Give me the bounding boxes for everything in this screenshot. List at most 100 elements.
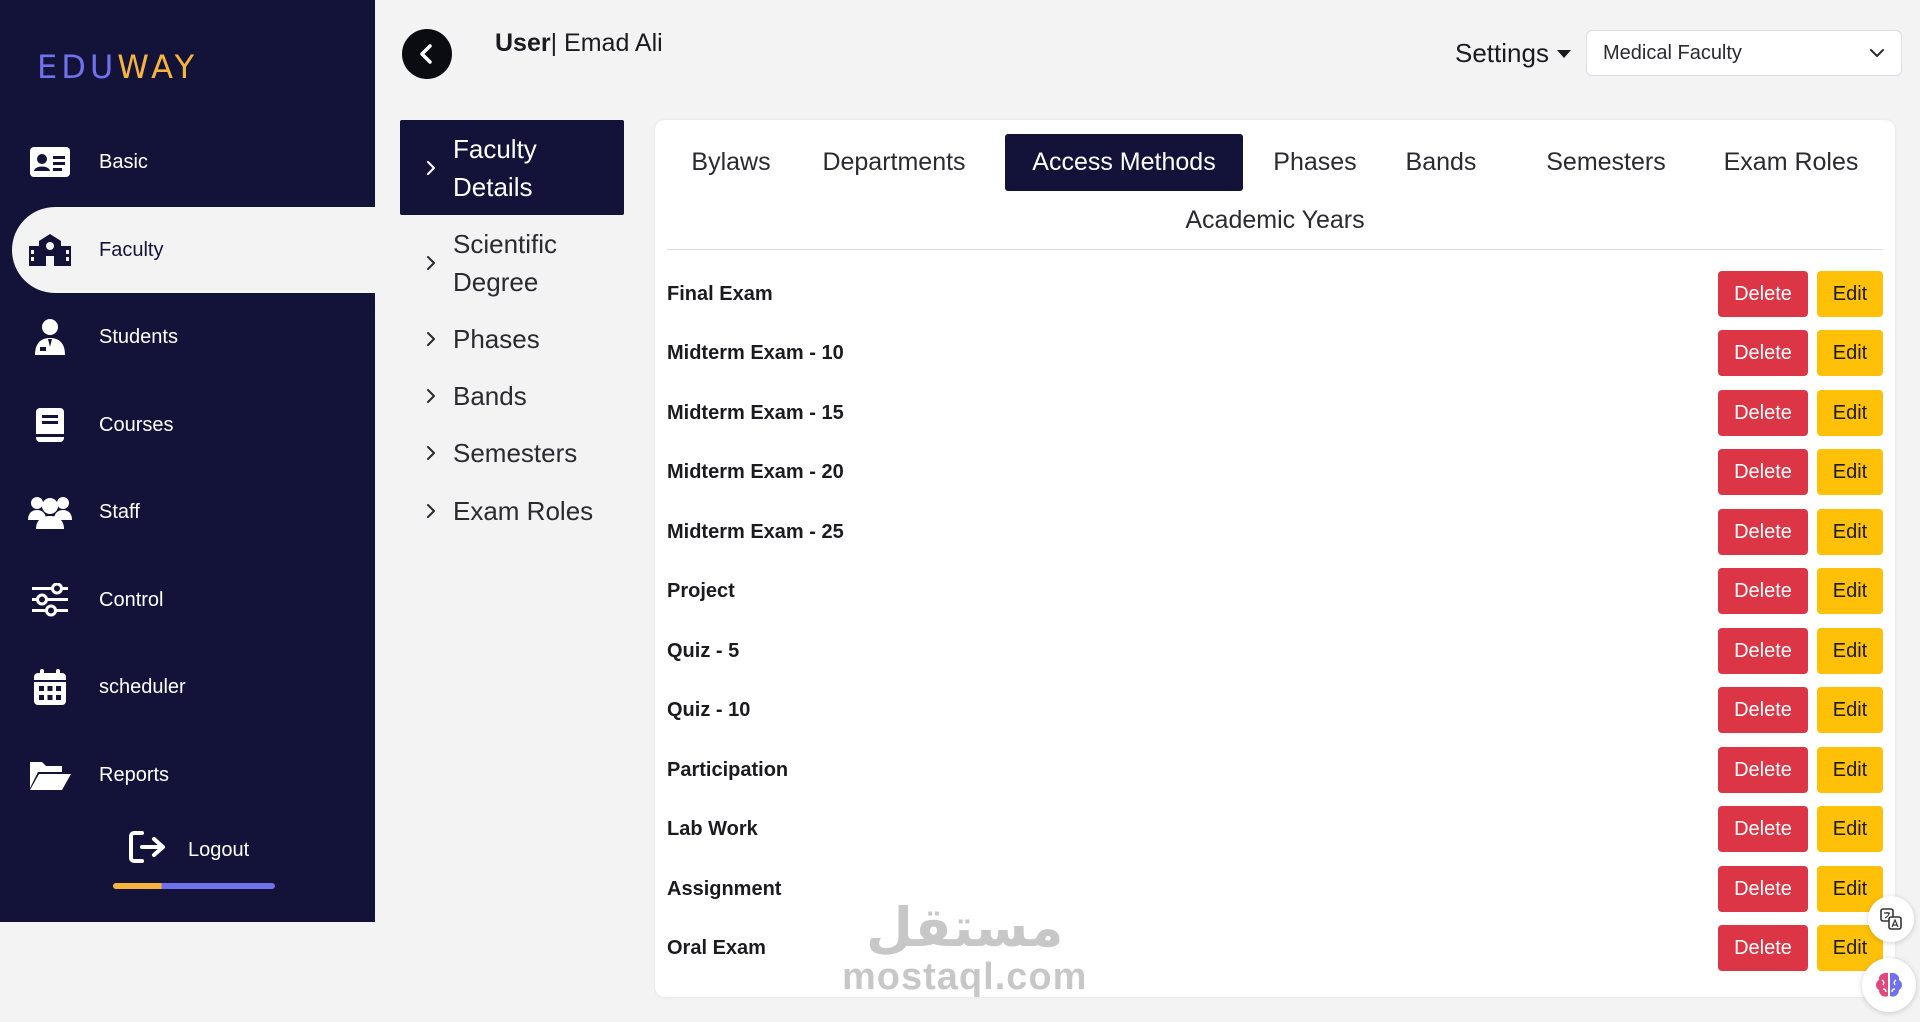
subnav-item-semesters[interactable]: Semesters [400,434,624,472]
delete-button[interactable]: Delete [1718,568,1808,614]
subnav-label: Semesters [453,438,578,468]
subnav-item-bands[interactable]: Bands [400,377,624,415]
chevron-right-icon [421,503,441,519]
chevron-right-icon [421,255,441,271]
translate-icon [1880,908,1902,930]
access-method-name: Lab Work [667,817,758,840]
subnav-item-exam-roles[interactable]: Exam Roles [400,492,624,530]
calendar-icon [25,667,75,707]
tab-bylaws[interactable]: Bylaws [669,134,793,191]
delete-button[interactable]: Delete [1718,271,1808,317]
sidebar-item-label: Control [99,588,164,611]
delete-button[interactable]: Delete [1718,747,1808,793]
sidebar-item-students[interactable]: Students [0,297,375,377]
tab-label: Access Methods [1032,148,1216,176]
subnav-item-faculty-details[interactable]: Faculty Details [400,120,624,215]
tab-academic-years[interactable]: Academic Years [1175,192,1375,249]
subnav-item-phases[interactable]: Phases [400,320,624,358]
sidebar-item-courses[interactable]: Courses [0,385,375,465]
logout-icon [128,830,168,870]
edit-button[interactable]: Edit [1817,449,1883,495]
user-name: | Emad Ali [550,29,663,57]
edit-button[interactable]: Edit [1817,806,1883,852]
delete-button[interactable]: Delete [1718,628,1808,674]
sidebar-item-reports[interactable]: Reports [0,735,375,815]
brand-logo[interactable]: EDUWAY [37,48,198,86]
tab-label: Semesters [1546,148,1666,176]
settings-dropdown[interactable]: Settings [1455,38,1571,69]
chevron-right-icon [421,445,441,461]
edit-button[interactable]: Edit [1817,568,1883,614]
edit-button[interactable]: Edit [1817,747,1883,793]
access-method-name: Midterm Exam - 25 [667,520,844,543]
chevron-right-icon [421,388,441,404]
list-item: Oral Exam Delete Edit [667,924,1883,972]
sidebar-item-basic[interactable]: Basic [0,122,375,202]
subnav-label-line1: Faculty [453,133,537,164]
delete-button[interactable]: Delete [1718,687,1808,733]
tab-label: Phases [1273,148,1357,176]
tab-bands[interactable]: Bands [1395,134,1487,191]
tab-access-methods[interactable]: Access Methods [1005,134,1243,191]
folder-open-icon [25,755,75,795]
sidebar-item-faculty[interactable]: Faculty [12,207,375,293]
sidebar-item-label: Faculty [99,238,164,261]
subnav-item-scientific-degree[interactable]: Scientific Degree [400,225,624,301]
faculty-select[interactable]: Medical Faculty [1586,30,1902,76]
users-icon [25,492,75,532]
delete-button[interactable]: Delete [1718,925,1808,971]
sidebar-item-label: scheduler [99,675,186,698]
delete-button[interactable]: Delete [1718,866,1808,912]
chevron-right-icon [421,331,441,347]
tab-semesters[interactable]: Semesters [1533,134,1679,191]
delete-button[interactable]: Delete [1718,330,1808,376]
subnav-label: Phases [453,324,540,354]
settings-label: Settings [1455,38,1549,68]
brand-logo-part2: WAY [117,48,199,86]
tab-exam-roles[interactable]: Exam Roles [1711,134,1871,191]
tab-label: Academic Years [1185,206,1365,234]
tab-label: Bands [1405,148,1477,176]
sliders-icon [25,580,75,620]
access-method-name: Quiz - 10 [667,698,751,721]
chevron-left-icon [420,44,432,64]
access-method-name: Project [667,579,735,602]
list-item: Final Exam Delete Edit [667,270,1883,318]
chevron-right-icon [421,160,441,176]
id-card-icon [25,142,75,182]
sidebar-item-staff[interactable]: Staff [0,472,375,552]
subnav-label-line2: Degree [453,267,539,297]
tab-label: Exam Roles [1723,148,1859,176]
assistant-button[interactable] [1862,958,1916,1012]
subnav-label: Faculty Details [453,130,593,206]
back-button[interactable] [402,29,452,79]
list-item: Participation Delete Edit [667,746,1883,794]
chevron-down-icon [1870,49,1884,57]
subnav-label: Scientific Degree [453,225,557,301]
sidebar: EDUWAY Basic Faculty Students Courses St… [0,0,375,922]
edit-button[interactable]: Edit [1817,687,1883,733]
tabs-divider [667,249,1883,250]
brand-logo-part1: EDU [37,48,118,86]
tab-phases[interactable]: Phases [1263,134,1367,191]
edit-button[interactable]: Edit [1817,390,1883,436]
logout-button[interactable]: Logout [128,830,249,870]
translate-button[interactable] [1868,896,1914,942]
sidebar-item-control[interactable]: Control [0,560,375,640]
caret-down-icon [1556,49,1571,58]
edit-button[interactable]: Edit [1817,330,1883,376]
list-item: Midterm Exam - 15 Delete Edit [667,389,1883,437]
edit-button[interactable]: Edit [1817,271,1883,317]
sidebar-item-label: Basic [99,150,148,173]
tab-departments[interactable]: Departments [811,134,977,191]
edit-button[interactable]: Edit [1817,628,1883,674]
sidebar-item-scheduler[interactable]: scheduler [0,647,375,727]
access-method-name: Midterm Exam - 20 [667,460,844,483]
delete-button[interactable]: Delete [1718,390,1808,436]
edit-button[interactable]: Edit [1817,509,1883,555]
delete-button[interactable]: Delete [1718,449,1808,495]
delete-button[interactable]: Delete [1718,509,1808,555]
user-prefix: User [495,29,551,57]
book-icon [25,405,75,445]
delete-button[interactable]: Delete [1718,806,1808,852]
